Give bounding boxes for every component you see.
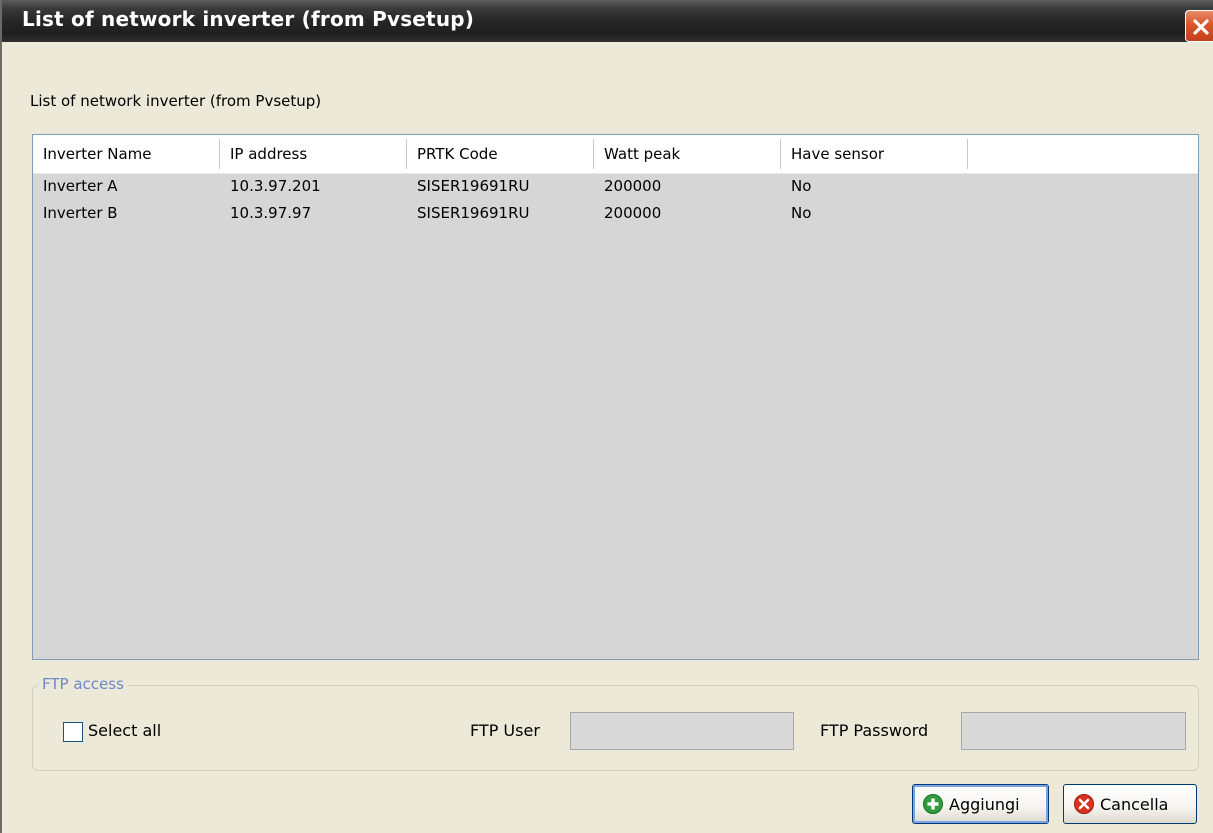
cell-watt-peak: 200000 <box>604 177 662 195</box>
cancel-button[interactable]: Cancella <box>1063 784 1197 824</box>
title-bar[interactable]: List of network inverter (from Pvsetup) <box>2 0 1213 42</box>
cell-prtk-code: SISER19691RU <box>417 177 530 195</box>
column-header-ip-address[interactable]: IP address <box>220 135 407 173</box>
cell-watt-peak: 200000 <box>604 204 662 222</box>
column-header-watt-peak[interactable]: Watt peak <box>594 135 781 173</box>
cell-ip-address: 10.3.97.97 <box>230 204 312 222</box>
cell-have-sensor: No <box>791 177 812 195</box>
select-all-checkbox[interactable] <box>63 722 83 742</box>
add-button-label: Aggiungi <box>949 795 1020 814</box>
x-circle-icon <box>1074 794 1094 814</box>
cell-ip-address: 10.3.97.201 <box>230 177 321 195</box>
ftp-password-label: FTP Password <box>820 721 929 740</box>
cell-prtk-code: SISER19691RU <box>417 204 530 222</box>
cell-inverter-name: Inverter B <box>43 204 118 222</box>
close-button[interactable] <box>1185 10 1213 42</box>
list-header: Inverter Name IP address PRTK Code Watt … <box>33 135 1198 174</box>
inverter-list[interactable]: Inverter Name IP address PRTK Code Watt … <box>32 134 1199 660</box>
column-header-prtk-code[interactable]: PRTK Code <box>407 135 594 173</box>
plus-circle-icon <box>923 794 943 814</box>
table-row[interactable]: Inverter B 10.3.97.97 SISER19691RU 20000… <box>33 203 1198 223</box>
window-title: List of network inverter (from Pvsetup) <box>22 7 475 31</box>
cell-have-sensor: No <box>791 204 812 222</box>
cancel-button-label: Cancella <box>1100 795 1169 814</box>
add-button[interactable]: Aggiungi <box>912 784 1049 824</box>
cell-inverter-name: Inverter A <box>43 177 118 195</box>
dialog-window: List of network inverter (from Pvsetup) … <box>0 0 1213 833</box>
ftp-user-field[interactable] <box>570 712 794 750</box>
ftp-access-legend: FTP access <box>38 675 128 693</box>
close-icon <box>1193 19 1209 35</box>
ftp-password-field[interactable] <box>961 712 1186 750</box>
column-header-inverter-name[interactable]: Inverter Name <box>33 135 220 173</box>
ftp-user-label: FTP User <box>470 721 540 740</box>
section-label: List of network inverter (from Pvsetup) <box>30 92 322 110</box>
table-row[interactable]: Inverter A 10.3.97.201 SISER19691RU 2000… <box>33 176 1198 196</box>
select-all-label[interactable]: Select all <box>88 721 161 740</box>
column-header-have-sensor[interactable]: Have sensor <box>781 135 968 173</box>
